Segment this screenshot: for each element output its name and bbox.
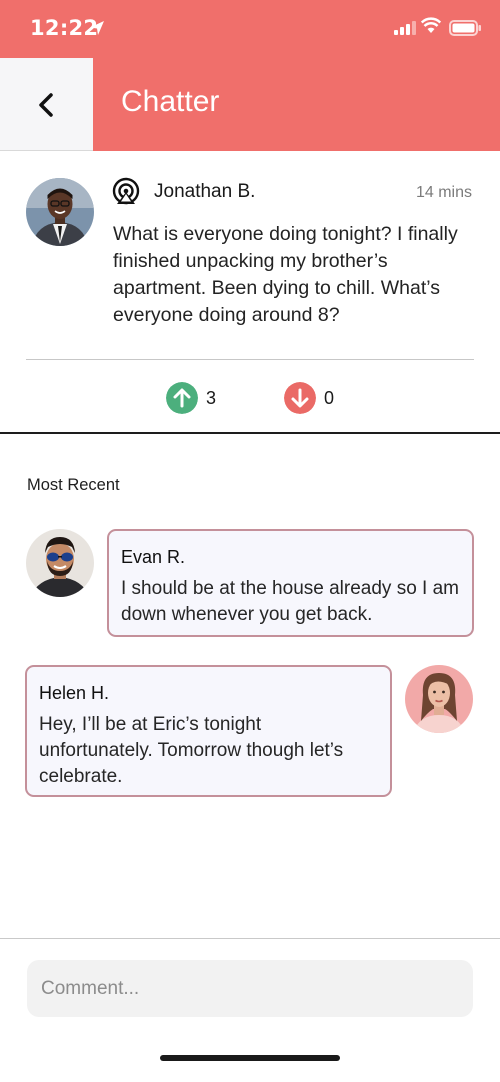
- list-item: Helen H. Hey, I’ll be at Eric’s tonight …: [0, 664, 500, 799]
- broadcast-icon: [112, 177, 140, 205]
- back-button[interactable]: [0, 58, 93, 151]
- comment-author[interactable]: Helen H.: [39, 683, 109, 704]
- home-indicator[interactable]: [160, 1055, 340, 1061]
- wifi-icon: [421, 17, 441, 33]
- location-arrow-icon: [90, 21, 104, 35]
- arrow-up-icon: [166, 382, 198, 414]
- original-post: Jonathan B. 14 mins What is everyone doi…: [0, 151, 500, 434]
- post-body: What is everyone doing tonight? I finall…: [113, 223, 458, 326]
- avatar[interactable]: [405, 665, 473, 733]
- avatar-image: [405, 665, 473, 733]
- comment-bubble: Helen H. Hey, I’ll be at Eric’s tonight …: [25, 665, 392, 797]
- avatar-image: [26, 529, 94, 597]
- page-title: Chatter: [121, 85, 220, 118]
- status-bar: 12:22: [0, 0, 500, 58]
- post-author[interactable]: Jonathan B.: [154, 181, 255, 203]
- post-timestamp: 14 mins: [415, 184, 472, 201]
- arrow-down-icon: [284, 382, 316, 414]
- battery-icon: [449, 20, 481, 36]
- comment-input[interactable]: [27, 960, 473, 1017]
- comment-text: I should be at the house already so I am…: [121, 578, 459, 625]
- section-heading: Most Recent: [27, 476, 120, 494]
- list-item: Evan R. I should be at the house already…: [0, 528, 500, 640]
- comment-author[interactable]: Evan R.: [121, 547, 185, 568]
- upvote-count: 3: [206, 388, 217, 408]
- avatar-image: [26, 178, 94, 246]
- chevron-left-icon: [39, 93, 53, 117]
- app-header: Chatter: [0, 58, 500, 151]
- comment-bubble: Evan R. I should be at the house already…: [107, 529, 474, 637]
- divider: [26, 359, 474, 360]
- avatar[interactable]: [26, 178, 94, 246]
- downvote-count: 0: [324, 388, 335, 408]
- divider: [0, 938, 500, 939]
- comment-text: Hey, I’ll be at Eric’s tonight unfortuna…: [39, 714, 344, 787]
- cellular-signal-icon: [394, 21, 416, 35]
- avatar[interactable]: [26, 529, 94, 597]
